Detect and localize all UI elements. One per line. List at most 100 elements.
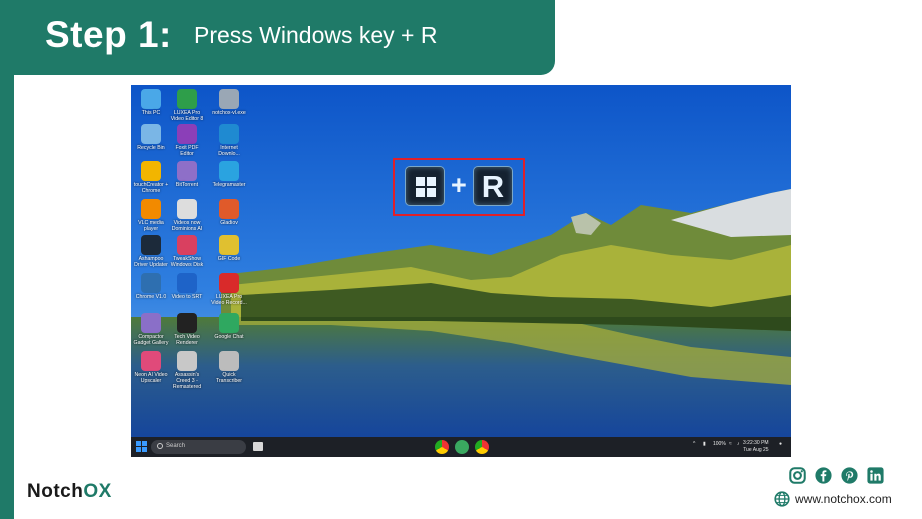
taskbar-search-box[interactable]: Search	[151, 440, 246, 454]
desktop-icon-label: Telegramaster	[212, 182, 246, 188]
facebook-icon[interactable]	[815, 467, 832, 484]
clock-time: 3:22:30 PM	[743, 440, 769, 446]
desktop-icon[interactable]: Video to SRT	[168, 271, 206, 311]
pinterest-icon[interactable]	[841, 467, 858, 484]
volume-icon[interactable]: ♪	[737, 441, 740, 447]
desktop-icon[interactable]: Chrome V1.0	[132, 271, 170, 311]
film-reel-icon	[177, 199, 197, 219]
linkedin-icon[interactable]	[867, 467, 884, 484]
vlc-icon	[141, 199, 161, 219]
step-title: Step 1:	[45, 14, 172, 55]
plus-sign: +	[451, 170, 467, 200]
compass-icon	[141, 273, 161, 293]
battery-percent: 100%	[713, 441, 726, 447]
desktop-icon[interactable]: BitTorrent	[168, 159, 206, 199]
telegram-icon	[219, 161, 239, 181]
this-pc-icon	[141, 89, 161, 109]
desktop-icon-label: Internet Downlo...	[218, 145, 240, 157]
desktop-icon-label: GIF Code	[217, 256, 241, 262]
taskbar: Search ^ ▮ 100% ≈ ♪ 3:22:30 PM Tue Aug 2…	[131, 437, 791, 457]
google-chat-icon	[219, 313, 239, 333]
taskbar-clock[interactable]: 3:22:30 PM Tue Aug 25	[743, 440, 769, 454]
desktop-icon-label: LUXEA Pro Video Record...	[211, 294, 247, 306]
logo-main-text: Notch	[27, 481, 84, 502]
video-srt-icon	[177, 273, 197, 293]
step-instruction: Press Windows key + R	[194, 22, 438, 48]
desktop-icon[interactable]: This PC	[132, 87, 170, 127]
desktop-icon-label: touchCreator + Chrome	[133, 182, 169, 194]
notchox-logo: NotchOX	[27, 481, 112, 503]
upscaler-icon	[141, 351, 161, 371]
bittorrent-icon	[177, 161, 197, 181]
battery-icon[interactable]: ▮	[703, 441, 706, 447]
desktop-icon[interactable]: Gladiov	[210, 197, 248, 237]
desktop-icon[interactable]: VLC media player	[132, 197, 170, 237]
desktop-icon-label: LUXEA Pro Video Editor 8	[170, 110, 204, 122]
taskbar-chrome-icon[interactable]	[435, 440, 449, 454]
desktop-icon-label: Tech Video Renderer	[174, 334, 200, 346]
globe-icon	[774, 491, 790, 507]
desktop-icon[interactable]: touchCreator + Chrome	[132, 159, 170, 199]
exe-file-icon	[219, 89, 239, 109]
foxit-pdf-icon	[177, 124, 197, 144]
wifi-icon[interactable]: ≈	[729, 441, 732, 447]
internet-download-icon	[219, 124, 239, 144]
desktop-icon[interactable]: Tech Video Renderer	[168, 311, 206, 351]
desktop-icon[interactable]: Neon AI Video Upscaler	[132, 349, 170, 389]
start-button[interactable]	[136, 441, 148, 453]
chrome-icon	[141, 161, 161, 181]
taskbar-app-icon[interactable]	[455, 440, 469, 454]
windows-key	[405, 166, 445, 206]
desktop-icon-grid: This PC LUXEA Pro Video Editor 8 notchox-v…	[131, 85, 251, 437]
notification-bell-icon[interactable]: ●	[779, 441, 782, 447]
desktop-icon[interactable]: GIF Code	[210, 233, 248, 273]
text-renderer-icon	[177, 313, 197, 333]
desktop-icon-label: notchox-vl.exe	[212, 110, 246, 116]
taskbar-chrome-alt-icon[interactable]	[475, 440, 489, 454]
desktop-icon-label: Chrome V1.0	[135, 294, 167, 300]
tray-chevron-icon[interactable]: ^	[693, 441, 695, 447]
desktop-icon[interactable]: Videos now Dominions AI	[168, 197, 206, 237]
desktop-icon-label: Video to SRT	[171, 294, 203, 300]
desktop-icon-label: TweakShow Windows Disk	[170, 256, 204, 268]
desktop-icon[interactable]: Google Chat	[210, 311, 248, 351]
clock-date: Tue Aug 25	[743, 447, 769, 453]
step-banner: Step 1: Press Windows key + R	[0, 0, 555, 75]
disk-icon	[177, 235, 197, 255]
desktop-icon[interactable]: Assassin's Creed 3 - Remastered	[168, 349, 206, 390]
search-placeholder: Search	[166, 443, 186, 449]
desktop-icon[interactable]: LUXEA Pro Video Record...	[210, 271, 248, 311]
luxea-editor-icon	[177, 89, 197, 109]
banner-side-strip	[0, 75, 14, 519]
desktop-icon[interactable]: Quick Transcriber	[210, 349, 248, 389]
desktop-icon[interactable]: TweakShow Windows Disk	[168, 233, 206, 273]
logo-accent-text: OX	[83, 481, 112, 502]
desktop-icon-label: Videos now Dominions AI	[171, 220, 203, 232]
desktop-icon[interactable]: Recycle Bin	[132, 122, 170, 162]
gadget-icon	[141, 313, 161, 333]
instagram-icon[interactable]	[789, 467, 806, 484]
recycle-bin-icon	[141, 124, 161, 144]
desktop-icon[interactable]: Telegramaster	[210, 159, 248, 199]
desktop-icon-label: Compactor Gadget Gallery	[133, 334, 169, 346]
gif-code-icon	[219, 235, 239, 255]
search-icon	[157, 443, 163, 449]
desktop-icon[interactable]: Internet Downlo...	[210, 122, 248, 162]
desktop-icon[interactable]: notchox-vl.exe	[210, 87, 248, 127]
r-key: R	[473, 166, 513, 206]
desktop-icon-label: This PC	[141, 110, 161, 116]
desktop-icon[interactable]: LUXEA Pro Video Editor 8	[168, 87, 206, 127]
microphone-icon	[219, 351, 239, 371]
video-recorder-icon	[219, 273, 239, 293]
windows-logo-icon	[416, 177, 436, 197]
desktop-icon-label: Quick Transcriber	[215, 372, 243, 384]
spark-icon	[219, 199, 239, 219]
desktop-icon-label: Assassin's Creed 3 - Remastered	[172, 372, 202, 390]
desktop-icon[interactable]: Ashampoo Driver Updater	[132, 233, 170, 273]
driver-updater-icon	[141, 235, 161, 255]
desktop-icon[interactable]: Compactor Gadget Gallery	[132, 311, 170, 351]
desktop-icon-label: BitTorrent	[175, 182, 199, 188]
desktop-icon-label: Ashampoo Driver Updater	[134, 256, 168, 268]
task-view-icon[interactable]	[253, 442, 263, 451]
desktop-icon[interactable]: Foxit PDF Editor	[168, 122, 206, 162]
